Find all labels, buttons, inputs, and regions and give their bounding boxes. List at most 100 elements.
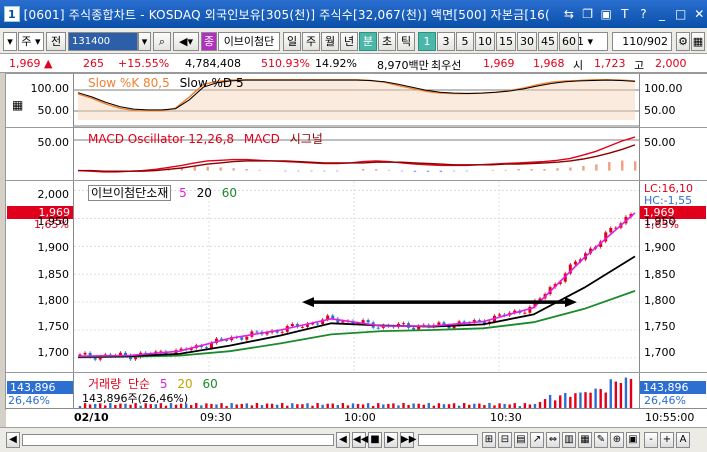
axis-tick: 50.00 [644,136,676,149]
axis-tick: 1,750 [644,320,676,333]
code-dropdown-arrow[interactable]: ▾ [138,32,151,51]
tool-icon-2[interactable]: ⊟ [498,432,512,448]
price-left-axis: 1,969 1,65% 2,000 1,950 1,900 1,850 1,800 1,7… [6,181,74,372]
auto-scale-button[interactable]: A [676,432,690,448]
tool-icon-6[interactable]: ▥ [562,432,576,448]
full-button[interactable]: 전 [46,32,66,51]
macd-oscillator-bar [426,170,430,173]
macd-panel[interactable]: 50.00 MACD Oscillator 12,26,8 MACD 시그널 5… [6,127,707,180]
settings-icon[interactable]: ⚙ [676,32,690,51]
legend-ma5: 5 [179,186,187,200]
play-icon[interactable]: ▶ [384,432,398,448]
volume-bar [579,392,582,408]
time-tick: 10:30 [490,411,522,424]
tool-icon-5[interactable]: ⇔ [546,432,560,448]
interval-button[interactable]: 30 [517,32,537,51]
macd-oscillator-bar [621,160,624,171]
macd-series-1 [78,144,636,172]
price-right-axis: LC:16,10 HC:-1,55 1,969 1,65% 1,950 1,900… [639,181,707,372]
fast-forward-icon[interactable]: ▶▶ [400,432,416,448]
stock-name: 이브이첨단 [218,32,280,51]
scroll-prev-icon[interactable]: ◀ [336,432,350,448]
help-icon[interactable]: ? [636,6,652,22]
tool-icon-3[interactable]: ▤ [514,432,528,448]
macd-oscillator-bar [491,169,494,171]
tool-icon-9[interactable]: ⊕ [610,432,624,448]
period-button[interactable]: 분 [359,32,377,51]
legend-vma60: 60 [202,377,218,391]
code-input[interactable]: 131400 [68,32,138,51]
period-button[interactable]: 틱 [397,32,415,51]
tool-icon-10[interactable]: ▣ [626,432,640,448]
minimize-icon[interactable]: _ [654,6,670,22]
price-panel[interactable]: 1,969 1,65% 2,000 1,950 1,900 1,850 1,800 1,7… [6,180,707,373]
trade-amount: 8,970백만 [377,59,429,72]
period-button[interactable]: 일 [283,32,301,51]
candle-body [280,331,284,333]
axis-tick: 1,950 [37,215,70,228]
macd-oscillator-bar [582,165,585,171]
search-icon[interactable]: ⌕ [153,32,171,51]
volume-bar [589,392,592,408]
period-button[interactable]: 주 [302,32,320,51]
chart-scrollbar: ◀ ◀ ◀◀ ■ ▶ ▶▶ ⊞ ⊟ ▤ ↗ ⇔ ▥ ▦ ✎ ⊕ ▣ - + A [0,427,707,452]
count-display[interactable]: 110/902 [612,32,672,51]
volume-bar [548,394,552,408]
stop-icon[interactable]: ■ [368,432,382,448]
window-number-icon[interactable]: 1 [4,6,20,22]
tool-icon-1[interactable]: ⊞ [482,432,496,448]
period-button[interactable]: 년 [340,32,358,51]
copy-icon[interactable]: ❐ [580,6,596,22]
macd-oscillator-bar [439,170,443,173]
tool-icon-7[interactable]: ▦ [578,432,592,448]
sound-icon[interactable]: ◀▾ [173,32,199,51]
tool-icon-8[interactable]: ✎ [594,432,608,448]
time-tick: 10:00 [344,411,376,424]
market-select[interactable]: 주 ▾ [18,32,44,51]
interval-button[interactable]: 10 [475,32,495,51]
legend-vma5: 5 [159,377,168,391]
zoom-in-button[interactable]: + [660,432,674,448]
macd-oscillator-bar [310,170,313,172]
volume-panel[interactable]: 143,896 26,46% 거래량 단순 5 20 60 143,896주(2… [6,372,707,409]
volume-bar [604,392,607,408]
scroll-track[interactable] [22,434,334,446]
table-icon[interactable]: ▦ [12,98,23,112]
ask-price: 1,969 [483,57,515,70]
interval-button[interactable]: 15 [496,32,516,51]
open-label: 시 [573,59,584,72]
macd-left-axis: 50.00 [6,128,74,180]
tool-icon-4[interactable]: ↗ [530,432,544,448]
interval-button[interactable]: 45 [538,32,558,51]
stochastic-panel[interactable]: 100.00 50.00 ▦ Slow %K 80,5 Slow %D 5 10… [6,73,707,127]
speed-slider[interactable] [418,434,478,446]
candle-body [341,321,345,323]
time-axis: 02/10 09:30 10:00 10:30 10:55:00 [6,408,707,427]
interval-button[interactable]: 3 [437,32,455,51]
candle-body [402,323,406,325]
grid-icon[interactable]: ▦ [691,32,705,51]
macd-oscillator-bar [517,169,520,171]
close-icon[interactable]: ✕ [691,6,707,22]
macd-oscillator-bar [336,170,339,172]
change-value: 265 [83,57,104,70]
volume-right-axis: 143,896 26,46% [639,373,707,409]
volume-bar [619,382,623,408]
scroll-fast-back-icon[interactable]: ◀◀ [352,432,368,448]
legend-stock-name: 이브이첨단소재 [88,185,172,201]
lock-icon[interactable]: ▣ [598,6,614,22]
axis-tick: 100.00 [30,82,70,95]
axis-tick: 100.00 [644,82,683,95]
interval-button[interactable]: 5 [456,32,474,51]
interval-button[interactable]: 1 [418,32,436,51]
title-bar: 1 [0601] 주식종합차트 - KOSDAQ 외국인보유[305(천)] 주… [0,0,707,28]
maximize-icon[interactable]: □ [673,6,689,22]
zoom-out-button[interactable]: - [644,432,658,448]
text-icon[interactable]: T [617,6,633,22]
link-icon[interactable]: ⇆ [561,6,577,22]
period-button[interactable]: 초 [378,32,396,51]
market-dropdown-arrow[interactable]: ▾ [3,32,17,51]
scroll-left-button[interactable]: ◀ [6,432,20,448]
interval-button[interactable]: 60 [559,32,579,51]
period-button[interactable]: 월 [321,32,339,51]
